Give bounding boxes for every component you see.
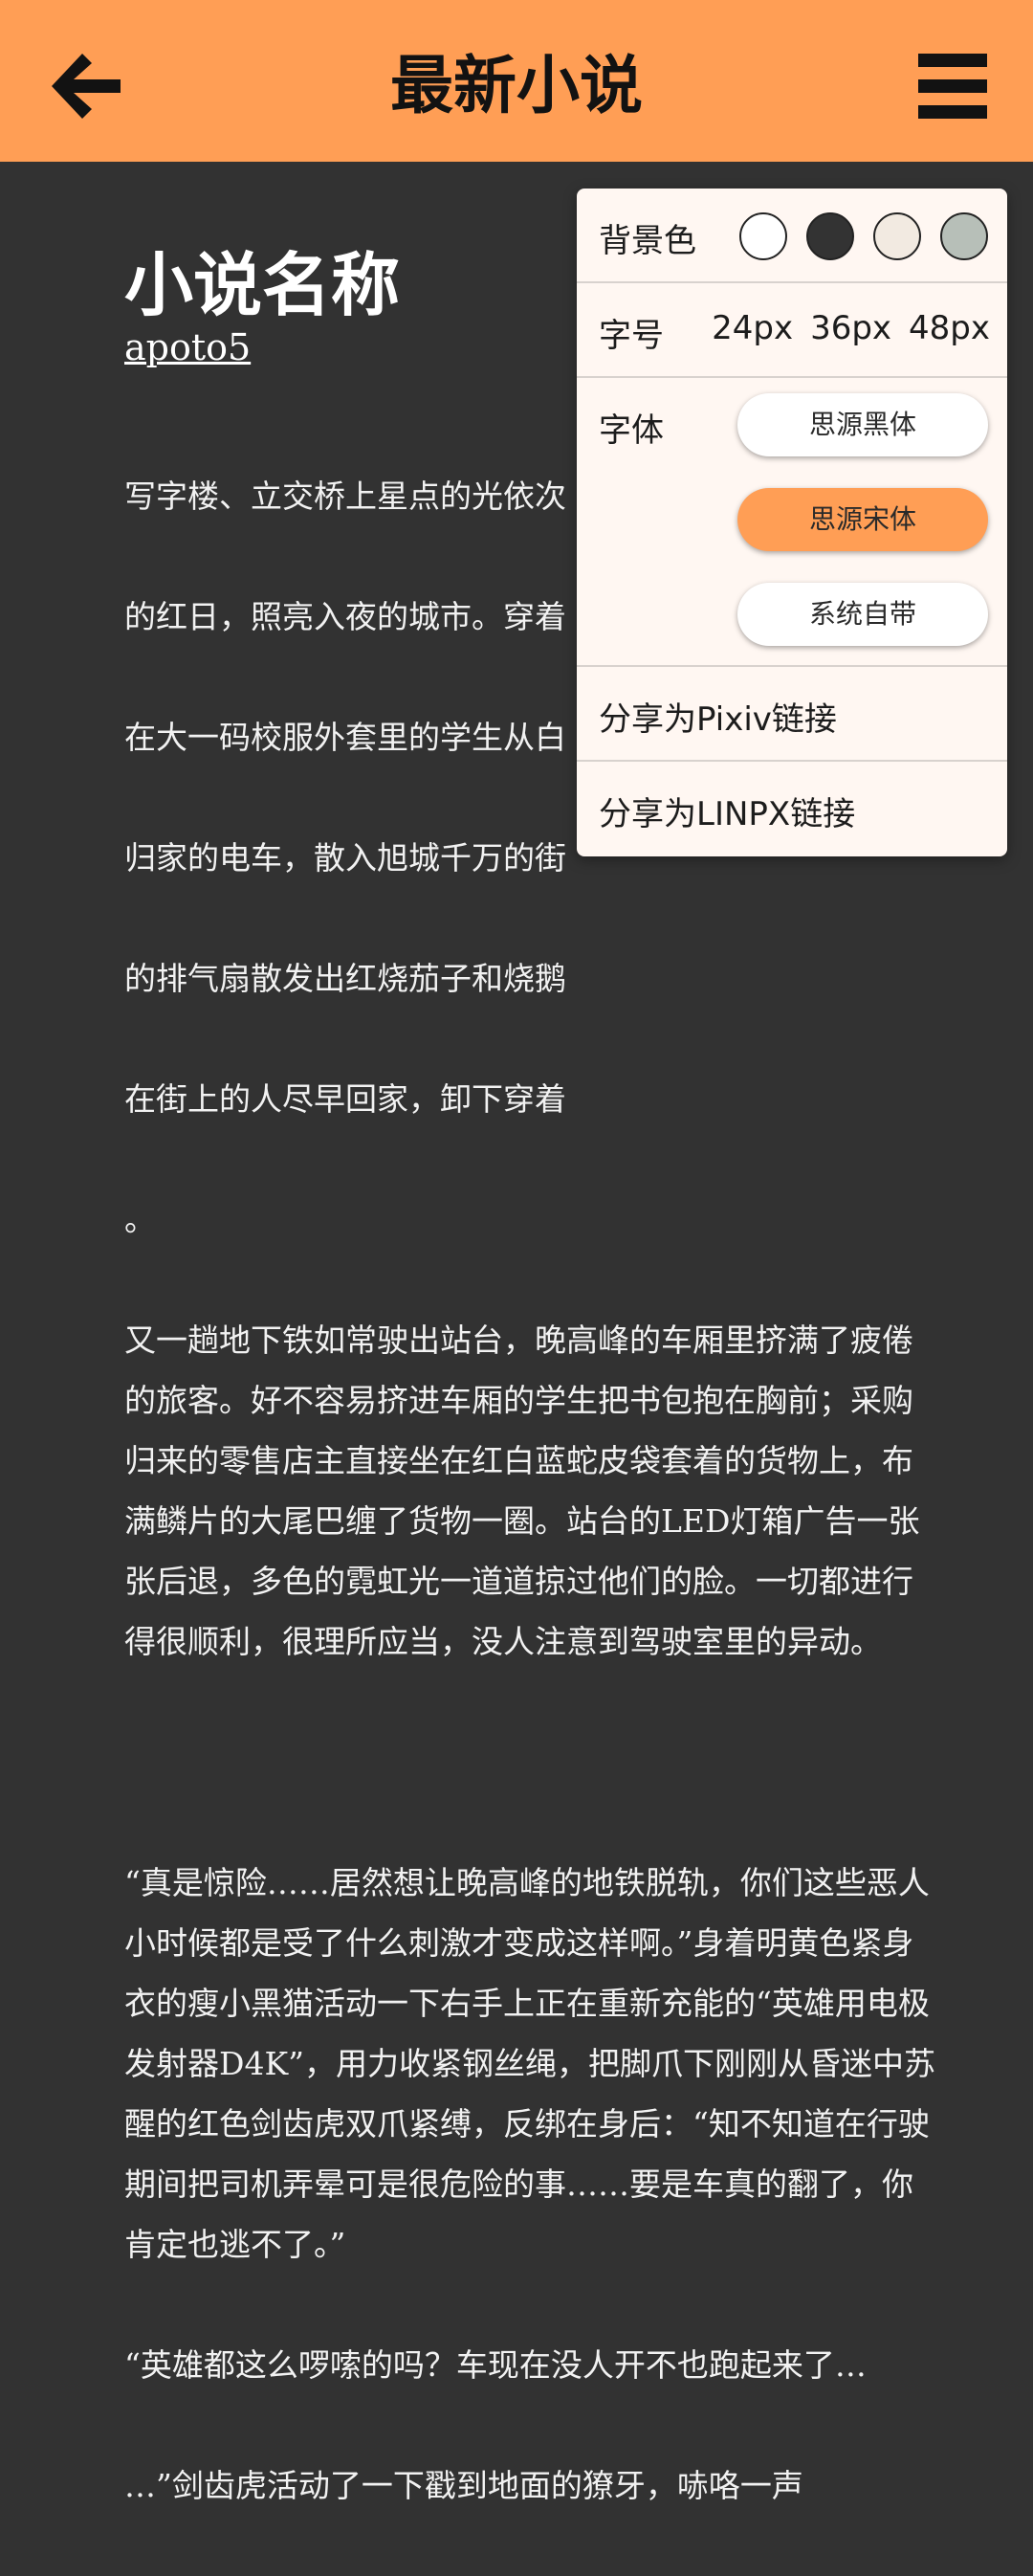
share-linpx-link[interactable]: 分享为LINPX链接	[599, 788, 855, 834]
paragraph: …”剑齿虎活动了一下戳到地面的獠牙，哧咯一声	[124, 2467, 803, 2504]
font-option[interactable]: 系统自带	[737, 583, 988, 646]
arrow-left-icon	[52, 54, 121, 119]
share-linpx-row: 分享为LINPX链接	[577, 762, 1007, 856]
paragraph: 又一趟地下铁如常驶出站台，晚高峰的车厢里挤满了疲倦的旅客。好不容易挤进车厢的学生…	[124, 1321, 920, 1660]
font-size-24[interactable]: 24px	[712, 309, 793, 347]
font-size-label: 字号	[599, 317, 664, 355]
font-family-options: 思源黑体 思源宋体 系统自带	[737, 393, 988, 677]
swatch-gray-green[interactable]	[940, 212, 988, 260]
author-link[interactable]: apoto5	[124, 323, 251, 371]
hamburger-menu-icon	[918, 54, 987, 119]
background-swatches	[720, 212, 988, 260]
swatch-white[interactable]	[739, 212, 787, 260]
back-button[interactable]	[44, 46, 124, 126]
swatch-dark[interactable]	[806, 212, 854, 260]
paragraph: “真是惊险……居然想让晚高峰的地铁脱轨，你们这些恶人小时候都是受了什么刺激才变成…	[124, 1864, 935, 2263]
paragraph: “英雄都这么啰嗦的吗？车现在没人开不也跑起来了…	[124, 2346, 867, 2384]
paragraph: 在街上的人尽早回家，卸下穿着	[124, 1080, 566, 1118]
share-pixiv-link[interactable]: 分享为Pixiv链接	[599, 693, 837, 740]
font-family-label: 字体	[599, 411, 664, 450]
paragraph: 。	[124, 1201, 156, 1238]
background-color-row: 背景色	[577, 189, 1007, 283]
font-size-row: 字号 24px 36px 48px	[577, 283, 1007, 378]
swatch-beige[interactable]	[873, 212, 921, 260]
background-color-label: 背景色	[599, 222, 696, 260]
paragraph	[124, 1732, 937, 1792]
font-option[interactable]: 思源黑体	[737, 393, 988, 456]
app-bar: 最新小说	[0, 0, 1033, 162]
share-pixiv-row: 分享为Pixiv链接	[577, 667, 1007, 762]
font-size-options: 24px 36px 48px	[694, 309, 990, 347]
paragraph: 的排气扇散发出红烧茄子和烧鹅	[124, 960, 566, 997]
font-family-row: 字体 思源黑体 思源宋体 系统自带	[577, 378, 1007, 667]
font-size-48[interactable]: 48px	[909, 309, 990, 347]
settings-panel: 背景色 字号 24px 36px 48px 字体 思源黑体 思源宋体 系统自带 …	[577, 189, 1007, 856]
menu-button[interactable]	[918, 52, 987, 121]
page-title: 最新小说	[390, 49, 643, 122]
font-size-36[interactable]: 36px	[810, 309, 891, 347]
font-option[interactable]: 思源宋体	[737, 488, 988, 551]
